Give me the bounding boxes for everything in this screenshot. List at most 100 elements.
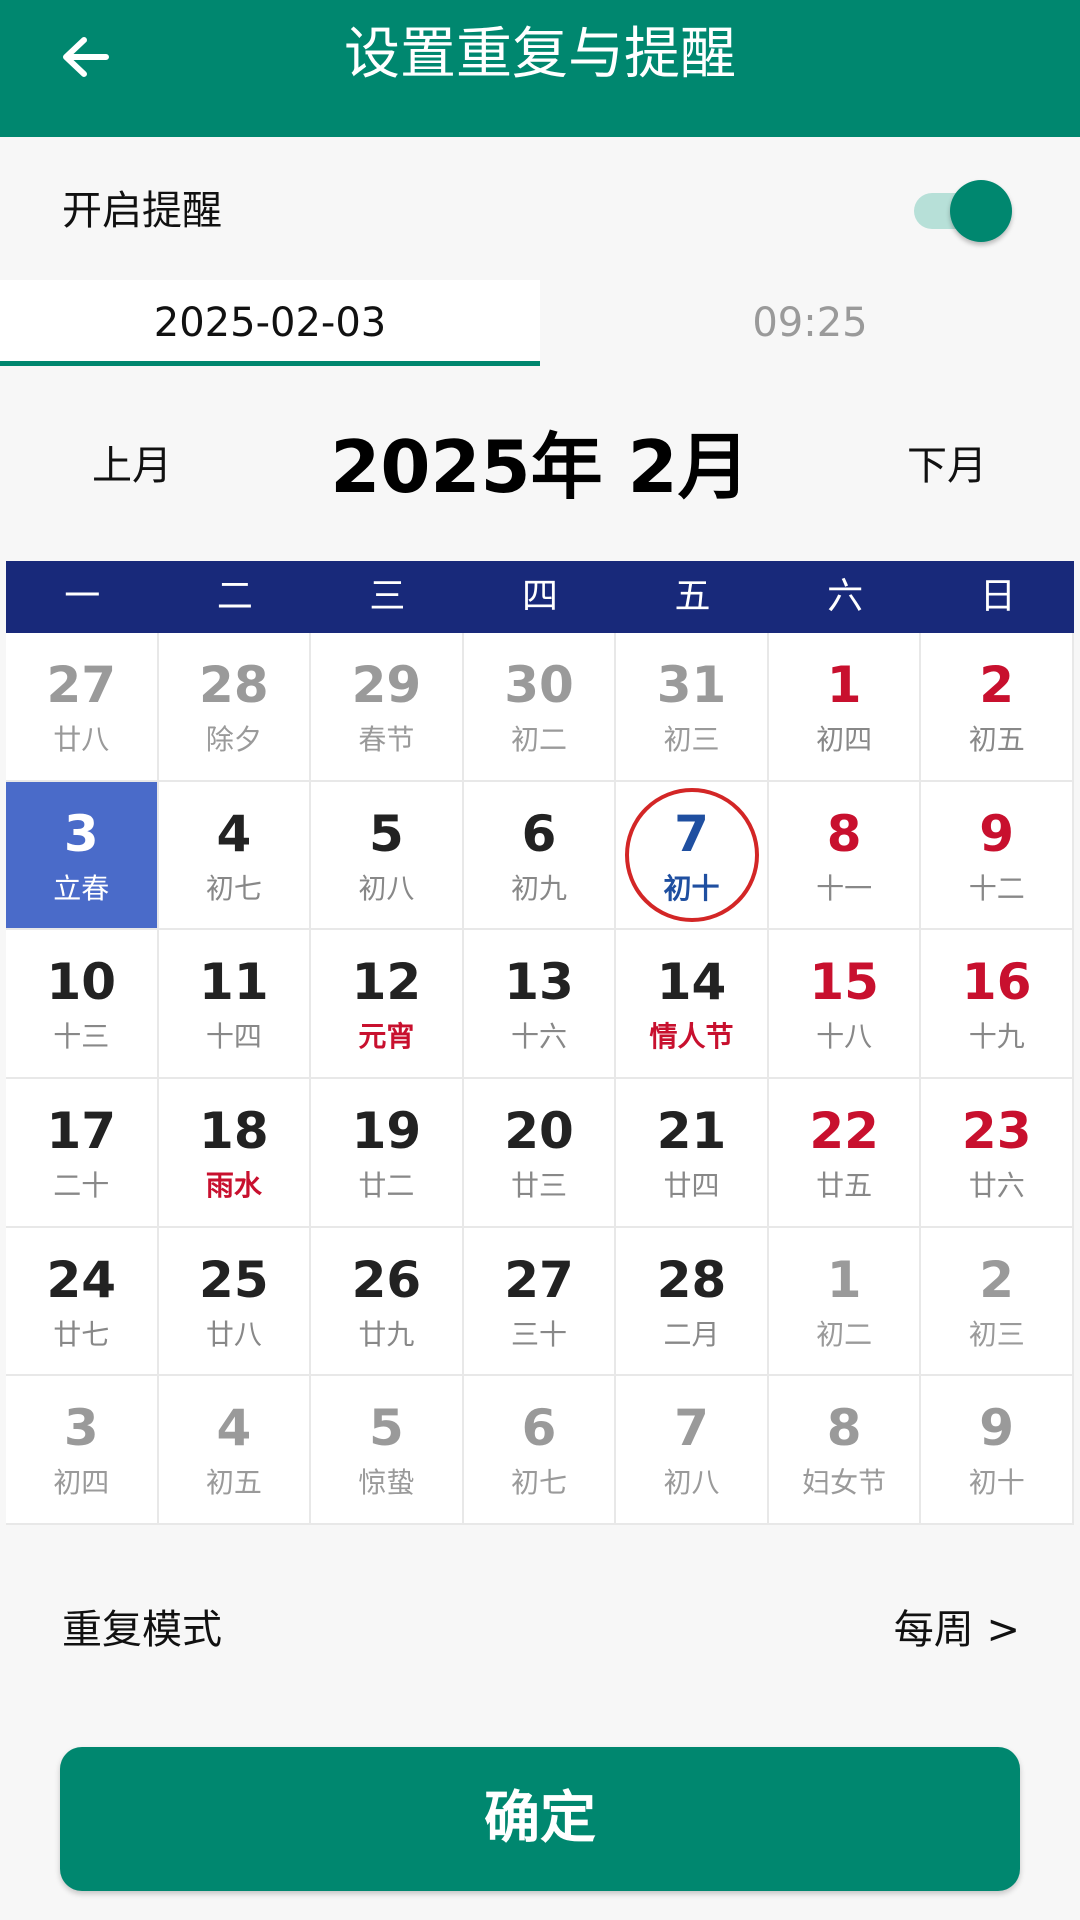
lunar-label: 十六 xyxy=(510,1020,567,1054)
lunar-label: 廿六 xyxy=(968,1169,1025,1202)
next-month-button[interactable]: 下月 xyxy=(907,438,987,494)
day-number: 9 xyxy=(979,1399,1015,1458)
day-cell[interactable]: 7 初八 xyxy=(616,1376,769,1525)
day-number: 8 xyxy=(826,804,862,863)
day-cell[interactable]: 20 廿三 xyxy=(463,1079,617,1228)
lunar-label: 初七 xyxy=(205,871,262,905)
day-number: 16 xyxy=(961,953,1032,1012)
day-number: 3 xyxy=(63,804,99,863)
day-cell[interactable]: 13 十六 xyxy=(463,930,617,1079)
day-cell[interactable]: 26 廿九 xyxy=(311,1227,464,1377)
day-cell[interactable]: 4 初五 xyxy=(158,1376,312,1525)
day-cell[interactable]: 5 惊蛰 xyxy=(311,1376,464,1525)
lunar-label: 三十 xyxy=(510,1317,567,1351)
day-cell[interactable]: 17 二十 xyxy=(6,1079,159,1228)
weekday-label: 三 xyxy=(369,576,406,617)
weekday-label: 六 xyxy=(827,576,864,617)
day-number: 11 xyxy=(199,953,269,1012)
repeat-mode-value[interactable]: 每周 > xyxy=(894,1602,1020,1658)
day-cell[interactable]: 9 初十 xyxy=(921,1376,1074,1525)
day-cell[interactable]: 6 初九 xyxy=(463,781,617,931)
day-cell[interactable]: 2 初三 xyxy=(921,1227,1074,1377)
lunar-label: 十一 xyxy=(816,871,873,905)
day-cell[interactable]: 19 廿二 xyxy=(311,1079,464,1228)
day-number: 18 xyxy=(199,1102,269,1160)
day-cell-selected[interactable]: 3 立春 xyxy=(6,781,159,931)
day-number: 1 xyxy=(826,656,862,714)
day-number: 1 xyxy=(826,1250,862,1309)
day-cell[interactable]: 28 除夕 xyxy=(158,633,312,782)
day-cell[interactable]: 29 春节 xyxy=(311,633,464,782)
day-cell[interactable]: 15 十八 xyxy=(768,930,922,1079)
lunar-label: 元宵 xyxy=(358,1020,415,1054)
day-cell[interactable]: 25 廿八 xyxy=(158,1227,312,1377)
day-number: 7 xyxy=(674,1399,709,1458)
lunar-label: 雨水 xyxy=(205,1169,262,1202)
day-cell[interactable]: 10 十三 xyxy=(6,930,159,1079)
day-cell[interactable]: 18 雨水 xyxy=(158,1079,312,1228)
lunar-label: 情人节 xyxy=(649,1020,734,1054)
day-cell[interactable]: 1 初四 xyxy=(768,633,922,782)
day-cell[interactable]: 8 妇女节 xyxy=(768,1376,922,1525)
day-cell[interactable]: 23 廿六 xyxy=(921,1079,1074,1228)
lunar-label: 廿九 xyxy=(358,1317,415,1351)
day-number: 5 xyxy=(369,804,404,863)
day-cell[interactable]: 14 情人节 xyxy=(616,930,769,1079)
day-number: 8 xyxy=(826,1399,862,1458)
day-cell[interactable]: 27 三十 xyxy=(463,1227,617,1377)
day-cell[interactable]: 4 初七 xyxy=(158,781,312,931)
weekday-label: 二 xyxy=(216,576,253,617)
repeat-mode-row[interactable]: 重复模式 每周 > xyxy=(0,1560,1080,1700)
lunar-label: 廿八 xyxy=(205,1317,262,1351)
tab-time[interactable]: 09:25 xyxy=(540,280,1080,366)
day-number: 28 xyxy=(199,656,269,714)
day-cell[interactable]: 21 廿四 xyxy=(616,1079,769,1228)
day-number: 19 xyxy=(351,1102,422,1160)
reminder-label: 开启提醒 xyxy=(62,188,222,234)
day-cell[interactable]: 16 十九 xyxy=(921,930,1074,1079)
day-cell[interactable]: 9 十二 xyxy=(921,781,1074,931)
lunar-label: 十三 xyxy=(53,1020,110,1054)
day-number: 7 xyxy=(674,804,709,863)
day-number: 23 xyxy=(961,1102,1032,1160)
day-cell[interactable]: 27 廿八 xyxy=(6,633,159,782)
day-cell[interactable]: 2 初五 xyxy=(921,633,1074,782)
day-cell[interactable]: 3 初四 xyxy=(6,1376,159,1525)
lunar-label: 初二 xyxy=(816,1317,873,1351)
day-number: 14 xyxy=(656,953,727,1012)
lunar-label: 二十 xyxy=(53,1169,110,1202)
reminder-toggle[interactable] xyxy=(910,180,1012,242)
lunar-label: 春节 xyxy=(358,723,415,756)
day-cell[interactable]: 30 初二 xyxy=(463,633,617,782)
weekday-label: 四 xyxy=(521,576,558,617)
day-cell[interactable]: 5 初八 xyxy=(311,781,464,931)
day-number: 27 xyxy=(46,656,117,714)
day-number: 17 xyxy=(46,1102,117,1160)
month-navigation: 上月 2025年 2月 下月 xyxy=(0,400,1080,530)
day-cell-today[interactable]: 7 初十 xyxy=(616,781,769,931)
lunar-label: 二月 xyxy=(663,1317,720,1351)
day-cell[interactable]: 12 元宵 xyxy=(311,930,464,1079)
lunar-label: 初七 xyxy=(510,1466,567,1500)
day-cell[interactable]: 1 初二 xyxy=(768,1227,922,1377)
day-cell[interactable]: 28 二月 xyxy=(616,1227,769,1377)
lunar-label: 十二 xyxy=(968,871,1025,905)
tab-date[interactable]: 2025-02-03 xyxy=(0,280,540,366)
day-cell[interactable]: 6 初七 xyxy=(463,1376,617,1525)
day-number: 4 xyxy=(216,1399,252,1458)
lunar-label: 立春 xyxy=(53,871,110,905)
lunar-label: 初九 xyxy=(510,871,567,905)
lunar-label: 廿四 xyxy=(663,1169,720,1202)
day-number: 9 xyxy=(979,804,1015,863)
day-number: 21 xyxy=(656,1102,727,1160)
day-number: 22 xyxy=(809,1102,879,1160)
confirm-button[interactable]: 确定 xyxy=(60,1747,1020,1891)
day-number: 26 xyxy=(351,1250,422,1309)
day-cell[interactable]: 11 十四 xyxy=(158,930,312,1079)
day-cell[interactable]: 31 初三 xyxy=(616,633,769,782)
day-cell[interactable]: 8 十一 xyxy=(768,781,922,931)
day-cell[interactable]: 22 廿五 xyxy=(768,1079,922,1228)
day-number: 3 xyxy=(63,1399,99,1458)
day-cell[interactable]: 24 廿七 xyxy=(6,1227,159,1377)
lunar-label: 廿五 xyxy=(816,1169,873,1202)
